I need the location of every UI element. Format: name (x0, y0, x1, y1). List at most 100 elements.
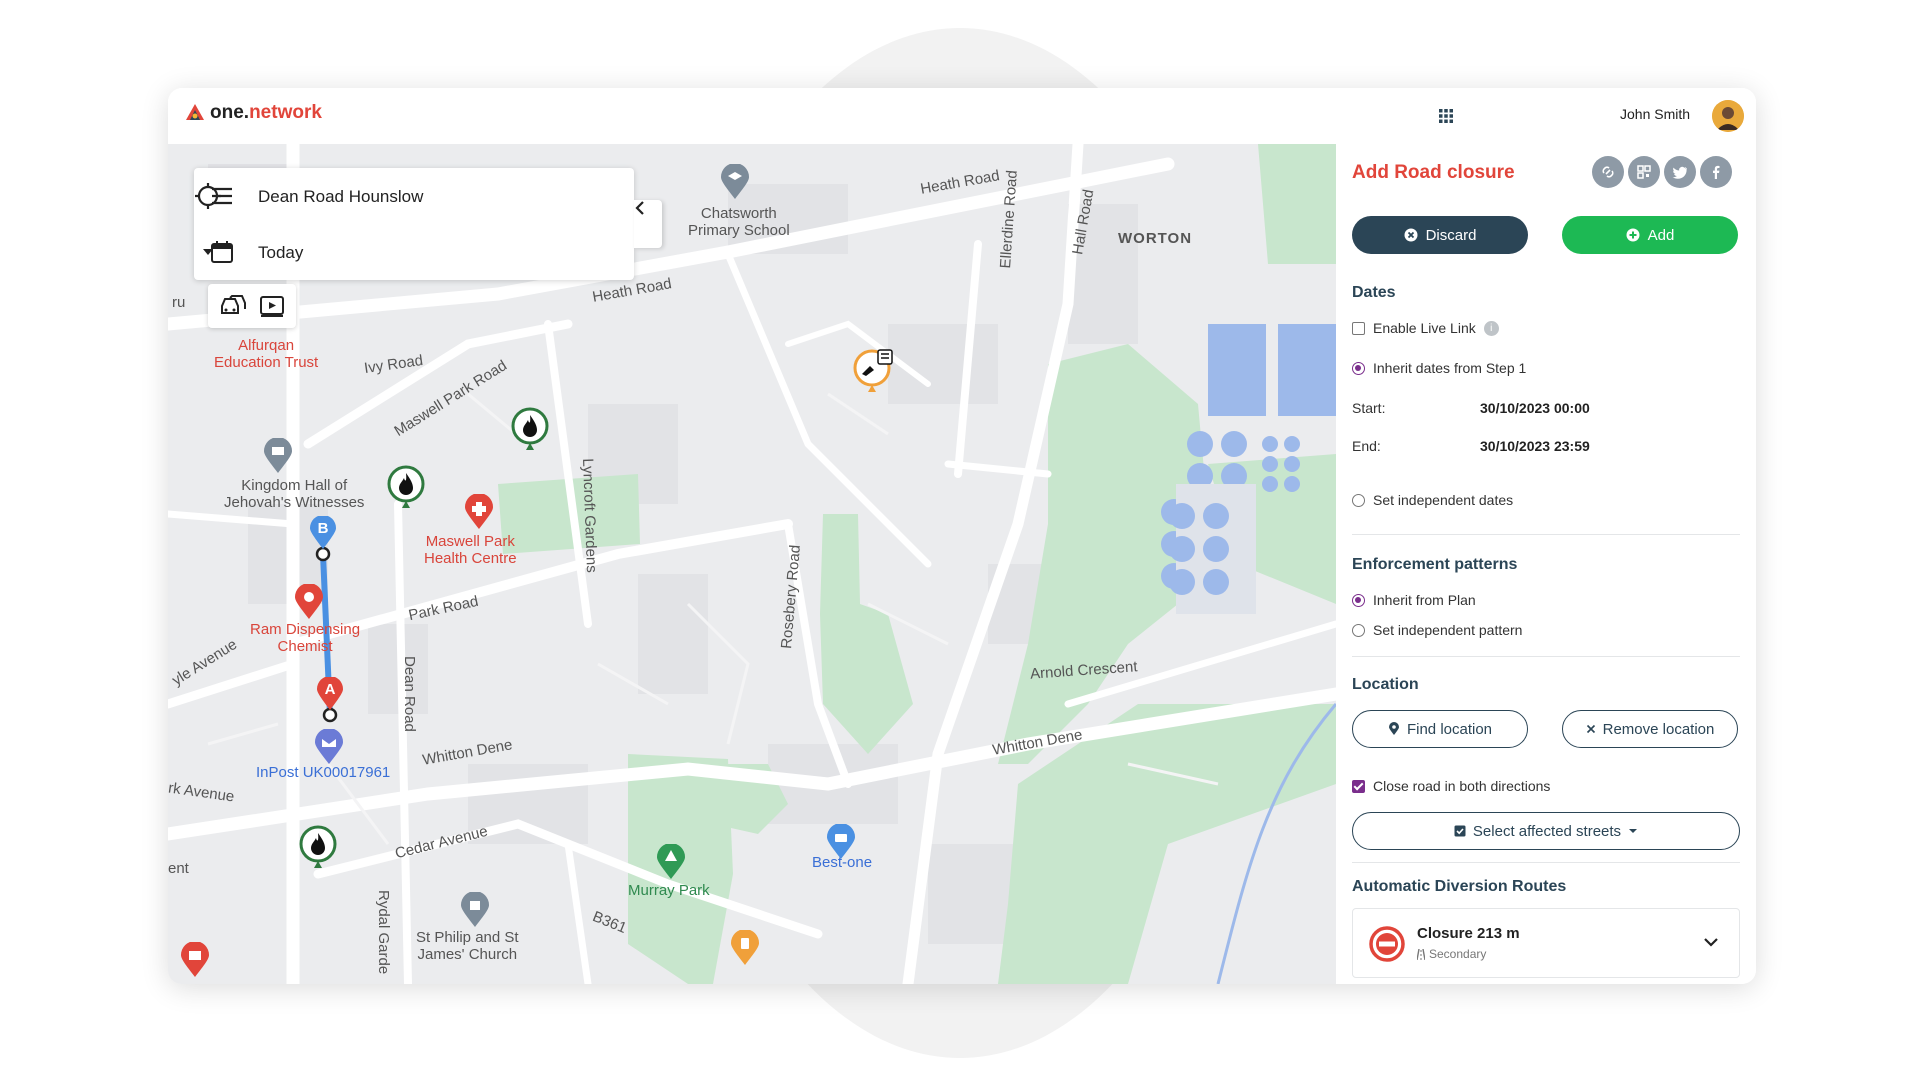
link-icon (1602, 166, 1614, 178)
roadworks-marker-icon[interactable] (852, 344, 896, 394)
independent-pattern-radio[interactable] (1352, 623, 1365, 637)
dates-section-title: Dates (1352, 284, 1396, 301)
poi-label-inpost[interactable]: InPost UK00017961 (256, 764, 390, 781)
chevron-down-icon[interactable] (194, 238, 222, 266)
chevron-left-icon (635, 201, 644, 215)
poi-label-best-one[interactable]: Best-one (812, 854, 872, 871)
map-tools (208, 284, 296, 328)
end-label: End: (1352, 438, 1381, 454)
inherit-dates-radio[interactable] (1352, 361, 1365, 375)
enable-live-link-checkbox[interactable] (1352, 321, 1365, 335)
enable-live-link-option[interactable]: Enable Live Link i (1352, 320, 1499, 336)
close-both-directions-checkbox[interactable] (1352, 779, 1365, 793)
apps-grid-icon[interactable] (1436, 106, 1456, 126)
select-affected-streets-label: Select affected streets (1472, 822, 1622, 840)
poi-label-maswell-health[interactable]: Maswell Park Health Centre (424, 533, 517, 567)
date-select-row[interactable]: Today (194, 224, 634, 280)
crosshair-icon[interactable] (194, 182, 222, 210)
enforcement-section-title: Enforcement patterns (1352, 556, 1518, 573)
building-pin-icon[interactable] (180, 942, 210, 978)
chemist-pin-icon[interactable] (294, 584, 324, 620)
poi-label-st-philip[interactable]: St Philip and St James' Church (416, 929, 519, 963)
location-search-row[interactable]: Dean Road Hounslow (194, 168, 634, 224)
diversion-section-title: Automatic Diversion Routes (1352, 878, 1567, 895)
poi-label-ram-chemist[interactable]: Ram Dispensing Chemist (250, 621, 360, 655)
add-button-label: Add (1647, 226, 1675, 244)
independent-pattern-option[interactable]: Set independent pattern (1352, 622, 1522, 638)
logo-text-prefix: one. (210, 102, 250, 123)
closure-card[interactable]: Closure 213 m Secondary (1352, 908, 1740, 978)
road-closure-panel: Add Road closure Discard Add Dates Enabl… (1336, 144, 1756, 984)
cancel-circle-icon (1404, 228, 1418, 242)
road-icon (1417, 948, 1425, 960)
close-both-directions-option[interactable]: Close road in both directions (1352, 778, 1550, 794)
select-affected-streets-button[interactable]: Select affected streets (1352, 812, 1740, 850)
video-player-icon[interactable] (258, 294, 286, 318)
poi-label-chatsworth[interactable]: Chatsworth Primary School (688, 205, 790, 239)
logo[interactable]: one. network (184, 102, 322, 124)
route-marker-b-label: B (317, 520, 329, 537)
map-label-ru: ru (172, 294, 186, 311)
user-name[interactable]: John Smith (1620, 106, 1690, 122)
share-qr-button[interactable] (1628, 156, 1660, 188)
independent-dates-label: Set independent dates (1373, 492, 1514, 508)
discard-button[interactable]: Discard (1352, 216, 1528, 254)
collapse-panel-button[interactable] (634, 200, 662, 248)
traffic-cars-icon[interactable] (218, 294, 246, 318)
find-location-button[interactable]: Find location (1352, 710, 1528, 748)
remove-location-label: Remove location (1602, 720, 1715, 738)
logo-icon (186, 104, 204, 120)
chevron-down-icon[interactable] (1703, 937, 1719, 949)
church-pin-icon[interactable] (460, 892, 490, 928)
start-label: Start: (1352, 400, 1386, 416)
map-label-worton: WORTON (1118, 230, 1193, 247)
top-bar: one. network John Smith (168, 88, 1756, 144)
map-pin-icon (1388, 722, 1399, 735)
independent-pattern-label: Set independent pattern (1373, 622, 1523, 638)
health-centre-pin-icon[interactable] (464, 494, 494, 530)
place-of-worship-pin-icon[interactable] (263, 438, 293, 474)
twitter-icon (1672, 166, 1687, 179)
date-select-text[interactable]: Today (258, 243, 303, 263)
map-label-dean-road: Dean Road (401, 656, 418, 732)
avatar[interactable] (1712, 100, 1744, 132)
inherit-pattern-option[interactable]: Inherit from Plan (1352, 592, 1476, 608)
info-icon[interactable]: i (1483, 320, 1499, 336)
independent-dates-option[interactable]: Set independent dates (1352, 492, 1513, 508)
map-label-ent: ent (168, 860, 189, 877)
inherit-dates-option[interactable]: Inherit dates from Step 1 (1352, 360, 1526, 376)
location-search-text[interactable]: Dean Road Hounslow (258, 187, 423, 207)
start-value: 30/10/2023 00:00 (1480, 400, 1590, 416)
parcel-locker-pin-icon[interactable] (314, 729, 344, 765)
divider (1352, 534, 1740, 535)
app-window: one. network John Smith B A ru Heath Roa… (168, 88, 1756, 984)
add-button[interactable]: Add (1562, 216, 1738, 254)
enable-live-link-label: Enable Live Link (1373, 320, 1476, 336)
park-pin-icon[interactable] (656, 844, 686, 880)
poi-label-kingdom-hall[interactable]: Kingdom Hall of Jehovah's Witnesses (224, 477, 364, 511)
fire-incident-icon[interactable] (298, 824, 338, 870)
route-marker-a-label: A (324, 681, 336, 698)
share-facebook-button[interactable] (1700, 156, 1732, 188)
school-pin-icon[interactable] (720, 164, 750, 200)
remove-location-button[interactable]: Remove location (1562, 710, 1738, 748)
discard-button-label: Discard (1425, 226, 1477, 244)
share-link-button[interactable] (1592, 156, 1624, 188)
map-view[interactable]: B A ru Heath Road Heath Road WORTON Ivy … (168, 144, 1336, 984)
close-both-directions-label: Close road in both directions (1373, 778, 1551, 794)
caret-down-icon (1629, 829, 1638, 833)
fire-incident-icon[interactable] (386, 464, 426, 510)
poi-label-alfurqan[interactable]: Alfurqan Education Trust (214, 337, 318, 371)
independent-dates-radio[interactable] (1352, 493, 1365, 507)
facebook-icon (1713, 165, 1720, 179)
share-twitter-button[interactable] (1664, 156, 1696, 188)
checkbox-icon (1454, 825, 1466, 837)
end-value: 30/10/2023 23:59 (1480, 438, 1590, 454)
closure-title: Closure 213 m (1417, 925, 1520, 942)
closure-road-type: Secondary (1429, 947, 1487, 961)
divider (1352, 862, 1740, 863)
poi-label-murray-park[interactable]: Murray Park (628, 882, 710, 899)
fire-incident-icon[interactable] (510, 406, 550, 452)
inherit-pattern-radio[interactable] (1352, 593, 1365, 607)
pub-pin-icon[interactable] (730, 930, 760, 966)
